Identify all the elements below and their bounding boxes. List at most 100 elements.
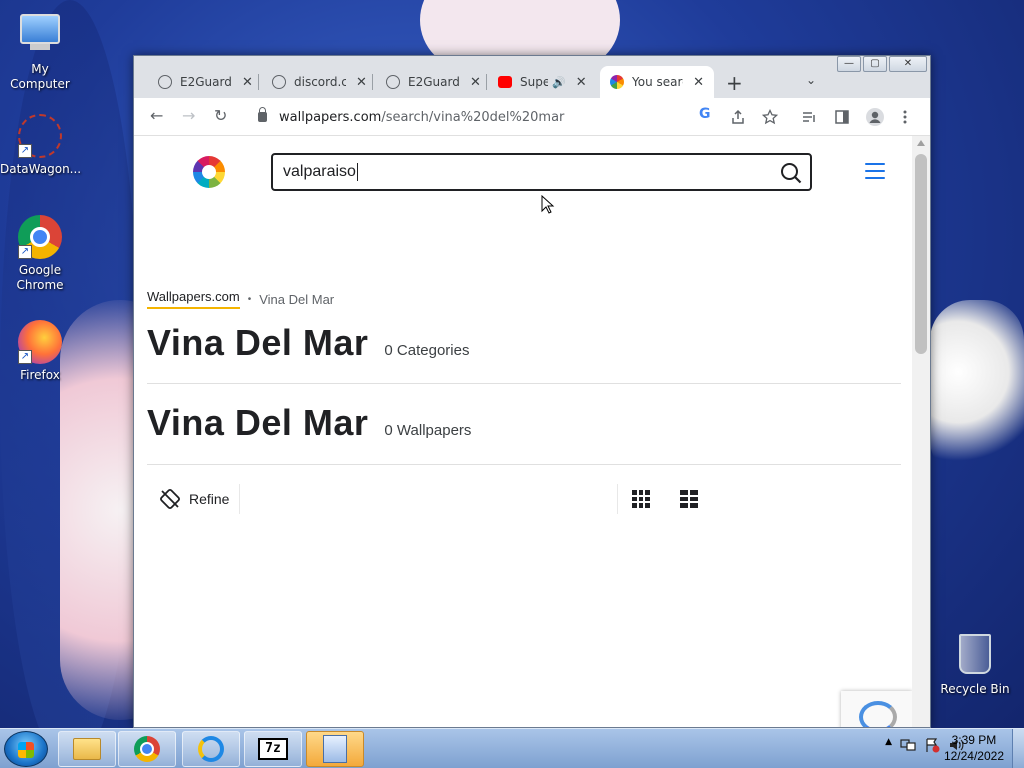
tab-separator bbox=[372, 74, 373, 90]
minimize-button[interactable]: — bbox=[837, 56, 861, 72]
tab-search-chevron-icon[interactable]: ⌄ bbox=[806, 73, 816, 87]
desktop-icon-label: Google Chrome bbox=[16, 263, 64, 292]
grid-3-columns-icon[interactable] bbox=[632, 490, 650, 508]
clock-time: 3:39 PM bbox=[951, 733, 997, 747]
taskbar-chrome[interactable] bbox=[118, 731, 176, 767]
tab-wallpapers-active[interactable]: You searched ✕ bbox=[600, 66, 714, 98]
tab-title: E2Guardian bbox=[180, 75, 232, 89]
tab-separator bbox=[486, 74, 487, 90]
tab-title: discord.com bbox=[294, 75, 346, 89]
web-page: valparaiso Wallpapers.com • Vina Del Mar… bbox=[134, 136, 912, 727]
desktop-icon-recycle-bin[interactable]: Recycle Bin bbox=[935, 632, 1015, 697]
show-hidden-icons-chevron-icon[interactable]: ▲ bbox=[885, 737, 892, 753]
categories-heading-row: Vina Del Mar 0 Categories bbox=[147, 322, 469, 364]
side-panel-icon[interactable] bbox=[834, 109, 850, 125]
taskbar-clock[interactable]: 3:39 PM 12/24/2022 bbox=[944, 732, 1004, 764]
url-host: wallpapers.com bbox=[279, 109, 382, 125]
tab-e2guardian-2[interactable]: E2Guardian ✕ bbox=[376, 68, 491, 96]
close-icon[interactable]: ✕ bbox=[693, 75, 704, 90]
reading-list-icon[interactable] bbox=[801, 109, 817, 125]
internet-explorer-icon bbox=[198, 736, 224, 762]
search-input[interactable]: valparaiso bbox=[271, 153, 812, 191]
computer-icon bbox=[18, 14, 62, 58]
tab-e2guardian-1[interactable]: E2Guardian ✕ bbox=[148, 68, 263, 96]
search-input-value: valparaiso bbox=[283, 163, 356, 180]
tab-discord[interactable]: discord.com ✕ bbox=[262, 68, 377, 96]
globe-icon bbox=[158, 75, 172, 89]
clock-date: 12/24/2022 bbox=[943, 749, 1004, 763]
tab-youtube[interactable]: Super 🔊 ✕ bbox=[488, 68, 597, 96]
youtube-icon bbox=[498, 76, 512, 88]
close-icon[interactable]: ✕ bbox=[576, 75, 587, 90]
browser-window: E2Guardian ✕ discord.com ✕ E2Guardian ✕ … bbox=[133, 55, 931, 728]
tab-title: E2Guardian bbox=[408, 75, 460, 89]
refine-icon bbox=[160, 489, 180, 509]
taskbar: 7z ▲ 3:39 PM 12/24/2022 bbox=[0, 728, 1024, 768]
sevenzip-icon: 7z bbox=[258, 738, 288, 760]
breadcrumb-separator: • bbox=[247, 293, 252, 305]
profile-avatar-icon[interactable] bbox=[865, 107, 885, 127]
desktop-icon-label: DataWagon... bbox=[0, 162, 82, 176]
maximize-button[interactable]: ▢ bbox=[863, 56, 887, 72]
share-icon[interactable] bbox=[730, 109, 746, 125]
refine-button[interactable]: Refine bbox=[159, 484, 241, 514]
grid-mosaic-icon[interactable] bbox=[680, 490, 698, 508]
taskbar-explorer[interactable] bbox=[58, 731, 116, 767]
window-controls: — ▢ ✕ bbox=[835, 56, 927, 74]
network-icon[interactable] bbox=[900, 737, 916, 753]
desktop-icon-my-computer[interactable]: My Computer bbox=[0, 10, 80, 92]
categories-count: 0 Categories bbox=[384, 342, 470, 359]
taskbar-7zip[interactable]: 7z bbox=[244, 731, 302, 767]
grid-view-toggle bbox=[617, 484, 728, 514]
desktop-icon-google-chrome[interactable]: ↗ Google Chrome bbox=[0, 215, 80, 293]
bookmark-star-icon[interactable] bbox=[762, 109, 778, 125]
show-desktop-button[interactable] bbox=[1012, 729, 1024, 768]
reload-button[interactable]: ↻ bbox=[214, 106, 227, 125]
search-icon[interactable] bbox=[780, 162, 802, 184]
desktop-icon-label: My Computer bbox=[10, 62, 70, 91]
forward-button[interactable]: → bbox=[182, 106, 195, 125]
desktop-icon-label: Firefox bbox=[20, 368, 60, 382]
close-window-button[interactable]: ✕ bbox=[889, 56, 927, 72]
action-center-flag-icon[interactable] bbox=[924, 737, 940, 753]
desktop-icon-label: Recycle Bin bbox=[940, 682, 1010, 696]
chrome-icon: ↗ bbox=[18, 215, 62, 259]
lock-icon[interactable] bbox=[258, 107, 267, 122]
globe-icon bbox=[386, 75, 400, 89]
wallpapers-favicon-icon bbox=[610, 75, 624, 89]
close-icon[interactable]: ✕ bbox=[242, 75, 253, 90]
desktop-icon-firefox[interactable]: ↗ Firefox bbox=[0, 320, 80, 383]
globe-icon bbox=[272, 75, 286, 89]
tab-separator bbox=[258, 74, 259, 90]
section-title: Vina Del Mar bbox=[147, 402, 369, 443]
start-button[interactable] bbox=[4, 731, 48, 767]
speaker-icon[interactable]: 🔊 bbox=[552, 76, 566, 89]
close-icon[interactable]: ✕ bbox=[470, 75, 481, 90]
breadcrumb-home-link[interactable]: Wallpapers.com bbox=[147, 289, 240, 309]
divider bbox=[147, 464, 901, 465]
page-scrollbar[interactable] bbox=[912, 136, 930, 727]
hamburger-menu-icon[interactable] bbox=[865, 163, 885, 179]
datawagon-icon: ↗ bbox=[18, 114, 62, 158]
taskbar-active-window[interactable] bbox=[306, 731, 364, 767]
chrome-icon bbox=[134, 736, 160, 762]
tab-title: Super bbox=[520, 75, 548, 89]
tab-title: You searched bbox=[632, 75, 683, 89]
tab-strip: E2Guardian ✕ discord.com ✕ E2Guardian ✕ … bbox=[134, 56, 930, 98]
back-button[interactable]: ← bbox=[150, 106, 163, 125]
page-title: Vina Del Mar bbox=[147, 322, 369, 363]
scroll-up-arrow-icon[interactable] bbox=[917, 140, 925, 146]
kebab-menu-icon[interactable] bbox=[902, 109, 908, 125]
recaptcha-badge[interactable] bbox=[841, 691, 912, 727]
document-icon bbox=[323, 735, 347, 763]
divider bbox=[147, 383, 901, 384]
desktop-icon-datawagon[interactable]: ↗ DataWagon... bbox=[0, 114, 82, 177]
google-lens-icon[interactable]: G bbox=[699, 106, 711, 122]
text-caret bbox=[356, 163, 358, 181]
scrollbar-thumb[interactable] bbox=[915, 154, 927, 354]
wallpapers-heading-row: Vina Del Mar 0 Wallpapers bbox=[147, 402, 471, 444]
wallpapers-logo-icon[interactable] bbox=[193, 156, 225, 188]
taskbar-internet-explorer[interactable] bbox=[182, 731, 240, 767]
new-tab-button[interactable]: + bbox=[726, 71, 743, 95]
close-icon[interactable]: ✕ bbox=[356, 75, 367, 90]
